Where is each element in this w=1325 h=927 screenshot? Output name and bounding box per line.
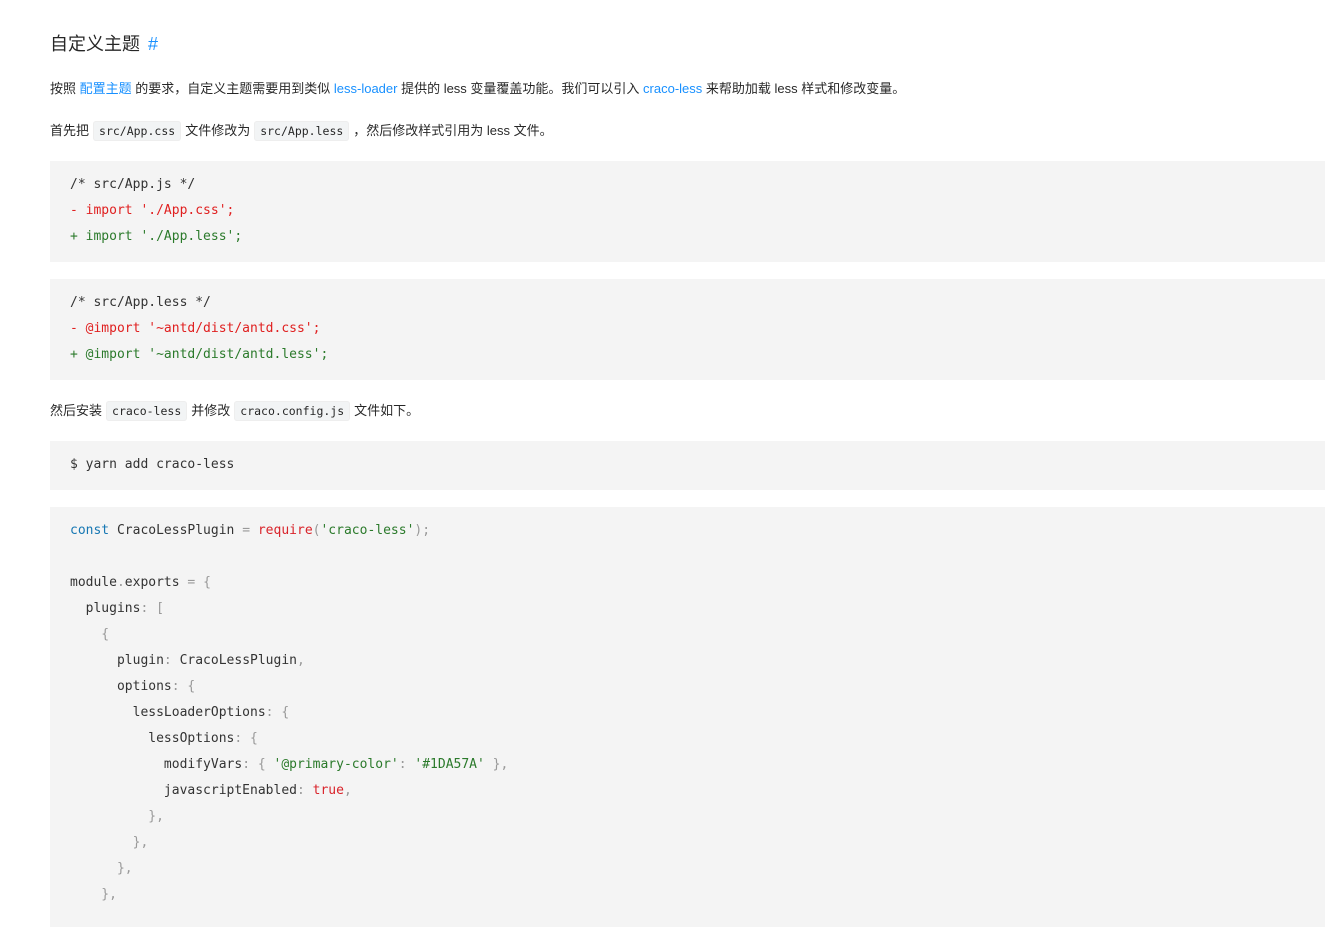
install-paragraph: 然后安装 craco-less 并修改 craco.config.js 文件如下。: [50, 399, 419, 423]
inline-code: craco.config.js: [234, 401, 351, 421]
text: 并修改: [191, 403, 231, 418]
code-line: },: [70, 861, 133, 876]
code-line-removed: - @import '~antd/dist/antd.css';: [70, 321, 321, 336]
inline-code: craco-less: [106, 401, 188, 421]
text: 文件如下。: [354, 403, 420, 418]
text: 然后安装: [50, 403, 103, 418]
text: 来帮助加载 less 样式和修改变量。: [702, 81, 906, 96]
code-line: lessOptions: {: [70, 731, 258, 746]
code-line: plugins: [: [70, 601, 164, 616]
code-line: plugin: CracoLessPlugin,: [70, 653, 305, 668]
link-config-theme[interactable]: 配置主题: [80, 81, 132, 96]
code-block-install-command: $ yarn add craco-less: [50, 441, 1325, 490]
inline-code: src/App.less: [254, 121, 350, 141]
code-line-removed: - import './App.css';: [70, 203, 235, 218]
heading-title: 自定义主题: [50, 34, 140, 54]
link-craco-less[interactable]: craco-less: [643, 81, 702, 96]
code-line: },: [70, 835, 149, 850]
code-line-added: + @import '~antd/dist/antd.less';: [70, 347, 329, 362]
text: 首先把: [50, 123, 90, 138]
shell-command: $ yarn add craco-less: [70, 457, 235, 472]
intro-paragraph: 按照 配置主题 的要求，自定义主题需要用到类似 less-loader 提供的 …: [50, 77, 905, 101]
inline-code: src/App.css: [93, 121, 182, 141]
code-line: },: [70, 887, 117, 902]
code-block-craco-config: const CracoLessPlugin = require('craco-l…: [50, 507, 1325, 927]
section-heading: 自定义主题 #: [50, 30, 158, 58]
code-line: {: [70, 627, 110, 642]
text: 的要求，自定义主题需要用到类似: [131, 81, 334, 96]
text: 文件修改为: [185, 123, 251, 138]
text: ，然后修改样式引用为 less 文件。: [353, 123, 553, 138]
code-line: },: [70, 809, 164, 824]
rename-paragraph: 首先把 src/App.css 文件修改为 src/App.less ，然后修改样式引用…: [50, 119, 553, 143]
code-line: modifyVars: { '@primary-color': '#1DA57A…: [70, 757, 509, 772]
code-block-app-js: /* src/App.js */ - import './App.css'; + i…: [50, 161, 1325, 262]
heading-anchor-link[interactable]: #: [148, 34, 158, 54]
code-comment: /* src/App.js */: [70, 177, 196, 192]
code-block-app-less: /* src/App.less */ - @import '~antd/dist/…: [50, 279, 1325, 380]
code-line: javascriptEnabled: true,: [70, 783, 352, 798]
code-line: module.exports = {: [70, 575, 211, 590]
code-line: lessLoaderOptions: {: [70, 705, 290, 720]
text: 按照: [50, 81, 80, 96]
link-less-loader[interactable]: less-loader: [334, 81, 398, 96]
code-line: options: {: [70, 679, 196, 694]
code-line-added: + import './App.less';: [70, 229, 243, 244]
text: 提供的 less 变量覆盖功能。我们可以引入: [397, 81, 644, 96]
code-comment: /* src/App.less */: [70, 295, 211, 310]
code-line: const CracoLessPlugin = require('craco-l…: [70, 523, 431, 538]
